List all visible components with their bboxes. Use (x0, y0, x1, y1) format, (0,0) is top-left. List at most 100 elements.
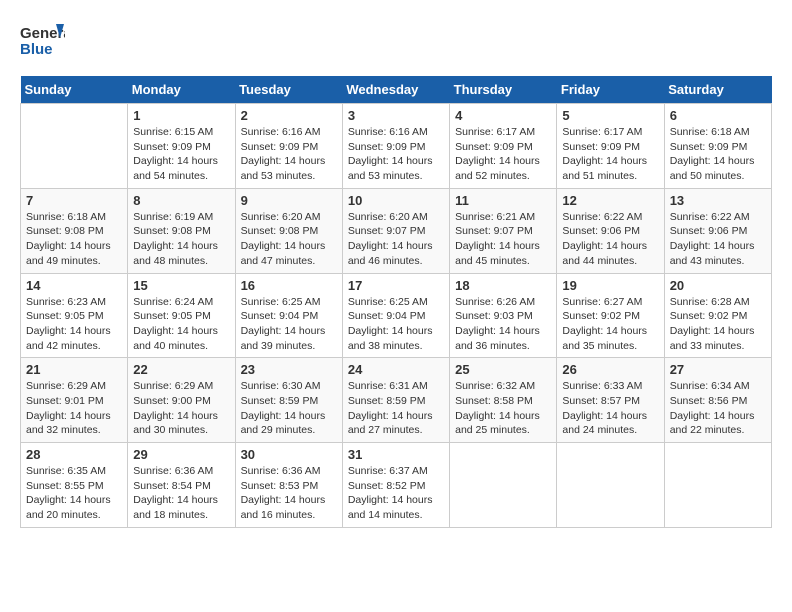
day-number: 4 (455, 108, 551, 123)
day-number: 15 (133, 278, 229, 293)
day-number: 23 (241, 362, 337, 377)
day-number: 5 (562, 108, 658, 123)
calendar-cell: 30 Sunrise: 6:36 AM Sunset: 8:53 PM Dayli… (235, 443, 342, 528)
calendar-cell: 12Sunrise: 6:22 AM Sunset: 9:06 PM Dayli… (557, 188, 664, 273)
calendar-cell: 5 Sunrise: 6:17 AM Sunset: 9:09 PM Daylig… (557, 104, 664, 189)
day-info: Sunrise: 6:17 AM Sunset: 9:09 PM Dayligh… (562, 125, 658, 184)
day-number: 30 (241, 447, 337, 462)
calendar-cell: 11 Sunrise: 6:21 AM Sunset: 9:07 PM Dayli… (450, 188, 557, 273)
calendar-table: SundayMondayTuesdayWednesdayThursdayFrid… (20, 76, 772, 528)
day-info: Sunrise: 6:18 AM Sunset: 9:08 PM Dayligh… (26, 210, 122, 269)
logo-svg: GeneralBlue (20, 20, 65, 60)
day-number: 2 (241, 108, 337, 123)
svg-text:Blue: Blue (20, 41, 53, 58)
calendar-week-row: 28 Sunrise: 6:35 AM Sunset: 8:55 PM Dayli… (21, 443, 772, 528)
day-number: 28 (26, 447, 122, 462)
calendar-week-row: 14Sunrise: 6:23 AM Sunset: 9:05 PM Dayli… (21, 273, 772, 358)
calendar-cell: 7 Sunrise: 6:18 AM Sunset: 9:08 PM Daylig… (21, 188, 128, 273)
calendar-cell (450, 443, 557, 528)
calendar-cell: 18Sunrise: 6:26 AM Sunset: 9:03 PM Dayli… (450, 273, 557, 358)
calendar-cell: 21 Sunrise: 6:29 AM Sunset: 9:01 PM Dayli… (21, 358, 128, 443)
day-number: 3 (348, 108, 444, 123)
day-number: 17 (348, 278, 444, 293)
day-number: 10 (348, 193, 444, 208)
calendar-cell: 16 Sunrise: 6:25 AM Sunset: 9:04 PM Dayli… (235, 273, 342, 358)
day-info: Sunrise: 6:19 AM Sunset: 9:08 PM Dayligh… (133, 210, 229, 269)
day-info: Sunrise: 6:24 AM Sunset: 9:05 PM Dayligh… (133, 295, 229, 354)
day-number: 29 (133, 447, 229, 462)
calendar-cell: 1 Sunrise: 6:15 AM Sunset: 9:09 PM Daylig… (128, 104, 235, 189)
day-info: Sunrise: 6:16 AM Sunset: 9:09 PM Dayligh… (241, 125, 337, 184)
day-number: 24 (348, 362, 444, 377)
day-number: 1 (133, 108, 229, 123)
day-number: 6 (670, 108, 766, 123)
day-info: Sunrise: 6:37 AM Sunset: 8:52 PM Dayligh… (348, 464, 444, 523)
day-info: Sunrise: 6:31 AM Sunset: 8:59 PM Dayligh… (348, 379, 444, 438)
day-info: Sunrise: 6:18 AM Sunset: 9:09 PM Dayligh… (670, 125, 766, 184)
day-number: 21 (26, 362, 122, 377)
day-info: Sunrise: 6:20 AM Sunset: 9:07 PM Dayligh… (348, 210, 444, 269)
calendar-cell: 4 Sunrise: 6:17 AM Sunset: 9:09 PM Daylig… (450, 104, 557, 189)
day-number: 20 (670, 278, 766, 293)
day-info: Sunrise: 6:17 AM Sunset: 9:09 PM Dayligh… (455, 125, 551, 184)
day-info: Sunrise: 6:15 AM Sunset: 9:09 PM Dayligh… (133, 125, 229, 184)
calendar-cell: 26 Sunrise: 6:33 AM Sunset: 8:57 PM Dayli… (557, 358, 664, 443)
weekday-header-tuesday: Tuesday (235, 76, 342, 104)
calendar-week-row: 21 Sunrise: 6:29 AM Sunset: 9:01 PM Dayli… (21, 358, 772, 443)
day-info: Sunrise: 6:27 AM Sunset: 9:02 PM Dayligh… (562, 295, 658, 354)
day-info: Sunrise: 6:36 AM Sunset: 8:53 PM Dayligh… (241, 464, 337, 523)
calendar-cell: 24 Sunrise: 6:31 AM Sunset: 8:59 PM Dayli… (342, 358, 449, 443)
calendar-cell (21, 104, 128, 189)
day-number: 11 (455, 193, 551, 208)
day-number: 26 (562, 362, 658, 377)
day-info: Sunrise: 6:28 AM Sunset: 9:02 PM Dayligh… (670, 295, 766, 354)
calendar-cell (664, 443, 771, 528)
weekday-header-wednesday: Wednesday (342, 76, 449, 104)
day-info: Sunrise: 6:32 AM Sunset: 8:58 PM Dayligh… (455, 379, 551, 438)
calendar-cell (557, 443, 664, 528)
day-info: Sunrise: 6:34 AM Sunset: 8:56 PM Dayligh… (670, 379, 766, 438)
day-number: 7 (26, 193, 122, 208)
day-info: Sunrise: 6:29 AM Sunset: 9:00 PM Dayligh… (133, 379, 229, 438)
calendar-cell: 8 Sunrise: 6:19 AM Sunset: 9:08 PM Daylig… (128, 188, 235, 273)
weekday-header-row: SundayMondayTuesdayWednesdayThursdayFrid… (21, 76, 772, 104)
calendar-cell: 3Sunrise: 6:16 AM Sunset: 9:09 PM Daylig… (342, 104, 449, 189)
day-number: 18 (455, 278, 551, 293)
weekday-header-thursday: Thursday (450, 76, 557, 104)
day-info: Sunrise: 6:35 AM Sunset: 8:55 PM Dayligh… (26, 464, 122, 523)
day-number: 8 (133, 193, 229, 208)
day-info: Sunrise: 6:23 AM Sunset: 9:05 PM Dayligh… (26, 295, 122, 354)
calendar-cell: 13Sunrise: 6:22 AM Sunset: 9:06 PM Dayli… (664, 188, 771, 273)
day-number: 22 (133, 362, 229, 377)
calendar-cell: 19 Sunrise: 6:27 AM Sunset: 9:02 PM Dayli… (557, 273, 664, 358)
calendar-week-row: 7 Sunrise: 6:18 AM Sunset: 9:08 PM Daylig… (21, 188, 772, 273)
weekday-header-saturday: Saturday (664, 76, 771, 104)
calendar-cell: 6 Sunrise: 6:18 AM Sunset: 9:09 PM Daylig… (664, 104, 771, 189)
day-number: 9 (241, 193, 337, 208)
day-number: 19 (562, 278, 658, 293)
calendar-cell: 10 Sunrise: 6:20 AM Sunset: 9:07 PM Dayli… (342, 188, 449, 273)
calendar-cell: 15 Sunrise: 6:24 AM Sunset: 9:05 PM Dayli… (128, 273, 235, 358)
calendar-week-row: 1 Sunrise: 6:15 AM Sunset: 9:09 PM Daylig… (21, 104, 772, 189)
day-number: 16 (241, 278, 337, 293)
day-info: Sunrise: 6:22 AM Sunset: 9:06 PM Dayligh… (562, 210, 658, 269)
calendar-cell: 2 Sunrise: 6:16 AM Sunset: 9:09 PM Daylig… (235, 104, 342, 189)
weekday-header-sunday: Sunday (21, 76, 128, 104)
page-header: GeneralBlue (20, 20, 772, 60)
calendar-cell: 31 Sunrise: 6:37 AM Sunset: 8:52 PM Dayli… (342, 443, 449, 528)
day-number: 13 (670, 193, 766, 208)
calendar-cell: 27 Sunrise: 6:34 AM Sunset: 8:56 PM Dayli… (664, 358, 771, 443)
day-info: Sunrise: 6:20 AM Sunset: 9:08 PM Dayligh… (241, 210, 337, 269)
day-info: Sunrise: 6:30 AM Sunset: 8:59 PM Dayligh… (241, 379, 337, 438)
day-number: 31 (348, 447, 444, 462)
weekday-header-friday: Friday (557, 76, 664, 104)
calendar-cell: 20 Sunrise: 6:28 AM Sunset: 9:02 PM Dayli… (664, 273, 771, 358)
day-info: Sunrise: 6:21 AM Sunset: 9:07 PM Dayligh… (455, 210, 551, 269)
day-number: 27 (670, 362, 766, 377)
day-info: Sunrise: 6:29 AM Sunset: 9:01 PM Dayligh… (26, 379, 122, 438)
calendar-cell: 17Sunrise: 6:25 AM Sunset: 9:04 PM Dayli… (342, 273, 449, 358)
day-info: Sunrise: 6:33 AM Sunset: 8:57 PM Dayligh… (562, 379, 658, 438)
day-info: Sunrise: 6:36 AM Sunset: 8:54 PM Dayligh… (133, 464, 229, 523)
calendar-cell: 28 Sunrise: 6:35 AM Sunset: 8:55 PM Dayli… (21, 443, 128, 528)
day-info: Sunrise: 6:25 AM Sunset: 9:04 PM Dayligh… (241, 295, 337, 354)
